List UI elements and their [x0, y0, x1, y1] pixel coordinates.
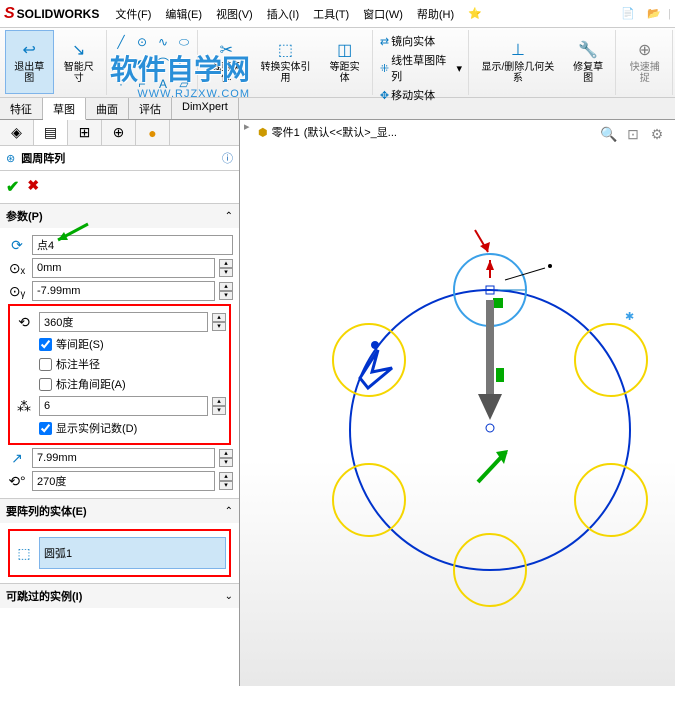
angle-icon: ⟲ — [13, 314, 35, 331]
display-relations-button[interactable]: ⊥ 显示/删除几何关系 — [473, 30, 563, 94]
line-icon[interactable]: ╱ — [111, 32, 131, 52]
tab-feature[interactable]: 特征 — [0, 98, 43, 119]
rect-icon[interactable]: ▭ — [111, 53, 131, 73]
collapse-icon: ⌃ — [225, 211, 233, 222]
fillet-icon[interactable]: ⌐ — [132, 74, 152, 94]
menu-window[interactable]: 窗口(W) — [357, 4, 409, 24]
skip-section-header[interactable]: 可跳过的实例(I) ⌄ — [0, 584, 239, 608]
trim-button[interactable]: ✂ 裁剪实体 — [202, 30, 251, 94]
solidworks-icon: S — [4, 5, 15, 23]
tab-evaluate[interactable]: 评估 — [129, 98, 172, 119]
equal-spacing-checkbox[interactable] — [39, 338, 52, 351]
relations-icon: ⊥ — [508, 40, 528, 60]
tab-dimxpert[interactable]: DimXpert — [172, 98, 239, 119]
circular-pattern-icon: ⊛ — [6, 152, 15, 165]
offset-icon: ◫ — [335, 40, 355, 60]
open-icon[interactable]: 📂 — [642, 2, 666, 26]
start-angle-input[interactable] — [32, 471, 215, 491]
spin-down[interactable]: ▾ — [219, 268, 233, 277]
panel-tab-feature-tree[interactable]: ◈ — [0, 120, 34, 145]
start-angle-icon: ⟲° — [6, 473, 28, 490]
spin-up[interactable]: ▴ — [219, 259, 233, 268]
repair-icon: 🔧 — [578, 40, 598, 60]
angle-input[interactable] — [39, 312, 208, 332]
svg-text:✱: ✱ — [625, 311, 634, 323]
tab-sketch[interactable]: 草图 — [43, 98, 86, 120]
center-point-icon: ⟳ — [6, 237, 28, 254]
arc-icon[interactable]: ⌒ — [153, 53, 173, 73]
center-point-input[interactable] — [32, 235, 233, 255]
offset-button[interactable]: ◫ 等距实体 — [320, 30, 369, 94]
property-panel: ◈ ▤ ⊞ ⊕ ● ⊛ 圆周阵列 ⓘ ✔ ✖ 参数(P) ⌃ — [0, 120, 240, 686]
panel-title: 圆周阵列 — [21, 150, 222, 166]
slot-icon[interactable]: ⬬ — [132, 53, 152, 73]
move-icon: ✥ — [380, 89, 389, 102]
panel-tab-property[interactable]: ▤ — [34, 120, 68, 145]
menu-search-icon[interactable]: ⭐ — [462, 5, 488, 22]
spline-icon[interactable]: ∿ — [153, 32, 173, 52]
entities-section-header[interactable]: 要阵列的实体(E) ⌃ — [0, 499, 239, 523]
circle-icon[interactable]: ⊙ — [132, 32, 152, 52]
menu-help[interactable]: 帮助(H) — [411, 4, 460, 24]
plane-icon[interactable]: ▱ — [174, 74, 194, 94]
radius-icon: ↗ — [6, 450, 28, 467]
snap-icon: ⊕ — [635, 40, 655, 60]
tab-surface[interactable]: 曲面 — [86, 98, 129, 119]
menu-edit[interactable]: 编辑(E) — [159, 4, 208, 24]
cancel-button[interactable]: ✖ — [27, 177, 39, 197]
linear-pattern-button[interactable]: ⁜ 线性草图阵列 ▾ — [377, 51, 465, 85]
new-doc-icon[interactable]: 📄 — [616, 2, 640, 26]
text-icon[interactable]: A — [153, 74, 173, 94]
convert-icon: ⬚ — [275, 40, 295, 60]
offset-x-input[interactable] — [32, 258, 215, 278]
offset-x-icon: ⊙ₓ — [6, 260, 28, 277]
quick-snap-button: ⊕ 快速捕捉 — [620, 30, 669, 94]
offset-y-icon: ⊙ᵧ — [6, 283, 28, 300]
panel-tab-config[interactable]: ⊞ — [68, 120, 102, 145]
point-icon[interactable]: · — [111, 74, 131, 94]
ribbon-toolbar: ↩ 退出草图 ↘ 智能尺寸 ╱ ⊙ ∿ ⬭ ▭ ⬬ ⌒ ⬡ · ⌐ A ▱ ✂ … — [0, 28, 675, 98]
panel-tab-appearance[interactable]: ● — [136, 120, 170, 145]
repair-sketch-button[interactable]: 🔧 修复草图 — [564, 30, 613, 94]
instances-input[interactable] — [39, 396, 208, 416]
sketch-tools-grid: ╱ ⊙ ∿ ⬭ ▭ ⬬ ⌒ ⬡ · ⌐ A ▱ — [111, 30, 194, 94]
mirror-button[interactable]: ⇄ 镜向实体 — [377, 32, 465, 50]
exit-sketch-icon: ↩ — [19, 40, 39, 60]
graphics-viewport[interactable]: ▸ ⬢ 零件1 (默认<<默认>_显... 🔍 ⊡ ⚙ — [240, 120, 675, 686]
pattern-icon: ⁜ — [380, 62, 389, 75]
menu-view[interactable]: 视图(V) — [210, 4, 259, 24]
offset-y-input[interactable] — [32, 281, 215, 301]
params-section-header[interactable]: 参数(P) ⌃ — [0, 204, 239, 228]
radius-input[interactable] — [32, 448, 215, 468]
menu-file[interactable]: 文件(F) — [109, 4, 157, 24]
dim-angle-checkbox[interactable] — [39, 378, 52, 391]
ok-button[interactable]: ✔ — [6, 177, 19, 197]
instances-icon: ⁂ — [13, 398, 35, 415]
ellipse-icon[interactable]: ⬭ — [174, 32, 194, 52]
dim-radius-checkbox[interactable] — [39, 358, 52, 371]
polygon-icon[interactable]: ⬡ — [174, 53, 194, 73]
entity-input[interactable] — [39, 537, 226, 569]
highlight-box-2: ⬚ — [8, 529, 231, 577]
sketch-canvas: ✱ — [240, 120, 675, 686]
dimension-icon: ↘ — [69, 40, 89, 60]
convert-button[interactable]: ⬚ 转换实体引用 — [252, 30, 320, 94]
panel-tabs: ◈ ▤ ⊞ ⊕ ● — [0, 120, 239, 146]
move-button[interactable]: ✥ 移动实体 — [377, 86, 465, 104]
app-name: SOLIDWORKS — [17, 7, 100, 21]
menu-insert[interactable]: 插入(I) — [261, 4, 305, 24]
mirror-icon: ⇄ — [380, 35, 389, 48]
command-tabs: 特征 草图 曲面 评估 DimXpert — [0, 98, 675, 120]
panel-tab-display[interactable]: ⊕ — [102, 120, 136, 145]
help-icon[interactable]: ⓘ — [222, 150, 233, 166]
smart-dimension-button[interactable]: ↘ 智能尺寸 — [55, 30, 104, 94]
app-logo: S SOLIDWORKS — [4, 5, 99, 23]
dropdown-icon: ▾ — [456, 62, 462, 75]
exit-sketch-button[interactable]: ↩ 退出草图 — [5, 30, 54, 94]
entity-icon: ⬚ — [13, 545, 35, 562]
highlight-box-1: ⟲ ▴▾ 等间距(S) 标注半径 标注角间距(A) ⁂ ▴▾ 显示实例记数(D) — [8, 304, 231, 445]
menu-tools[interactable]: 工具(T) — [307, 4, 355, 24]
trim-icon: ✂ — [216, 40, 236, 60]
show-instances-checkbox[interactable] — [39, 422, 52, 435]
